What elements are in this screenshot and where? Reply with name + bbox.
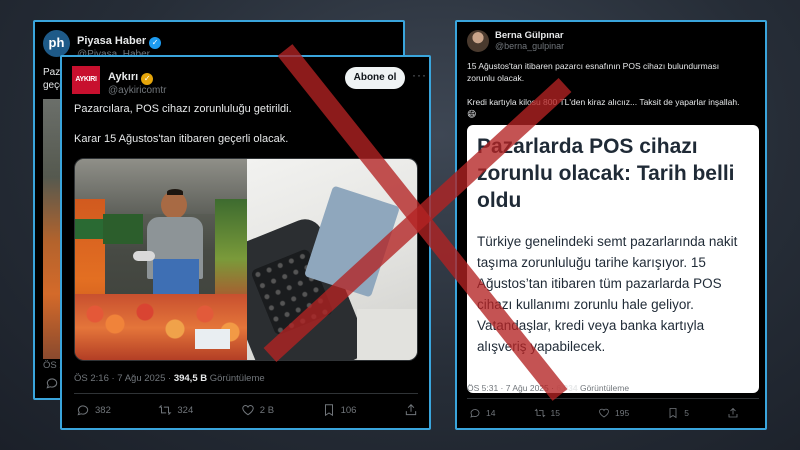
share-button[interactable]: [727, 407, 739, 419]
follow-button[interactable]: Abone ol: [345, 67, 405, 89]
reply-count: 14: [486, 408, 496, 418]
like-count: 2 B: [259, 404, 275, 416]
like-count: 195: [615, 408, 630, 418]
author-handle[interactable]: @aykiricomtr: [108, 85, 167, 96]
tweet-media[interactable]: [74, 158, 418, 361]
reply-icon: [77, 405, 89, 416]
tweet-actions: 382 324 2 B 106: [76, 403, 418, 417]
bookmark-icon: [324, 404, 333, 417]
laughing-emoji-icon: 😄: [467, 109, 477, 119]
avatar[interactable]: ph: [43, 30, 70, 57]
tweet-timestamp[interactable]: ÖS 5:31 · 7 Ağu 2025 · 6.034 Görüntüleme: [467, 383, 629, 393]
tweet-text-line-1: Pazarcılara, POS cihazı zorunluluğu geti…: [74, 103, 292, 115]
tweet-text-line-2: Karar 15 Ağustos'tan itibaren geçerli ol…: [74, 133, 289, 145]
bookmark-count: 5: [684, 408, 689, 418]
tweet-card-aykiri: AYKIRI Aykırı ✓ @aykiricomtr Abone ol ···…: [60, 55, 431, 430]
author-name[interactable]: Berna Gülpınar: [495, 30, 564, 41]
tweet-card-berna: Berna Gülpınar @berna_gulpinar 15 Ağusto…: [455, 20, 767, 430]
reply-button[interactable]: 14: [469, 407, 495, 419]
reply-button[interactable]: 382: [76, 403, 111, 417]
share-icon: [728, 407, 738, 418]
repost-button[interactable]: 15: [533, 407, 560, 419]
like-button[interactable]: 195: [598, 407, 629, 419]
reply-icon: [470, 409, 480, 418]
repost-button[interactable]: 324: [158, 403, 193, 417]
share-icon: [405, 404, 417, 416]
vendor-photo[interactable]: [75, 159, 247, 360]
divider: [467, 398, 759, 399]
news-screenshot[interactable]: Pazarlarda POS cihazı zorunlu olacak: Ta…: [467, 125, 759, 393]
repost-icon: [158, 404, 172, 416]
repost-count: 324: [177, 404, 194, 416]
tweet-actions: 14 15 195 5: [469, 407, 739, 419]
view-count: 394,5 B: [173, 373, 208, 384]
bookmark-button[interactable]: 106: [322, 403, 357, 417]
heart-icon: [242, 405, 254, 416]
avatar[interactable]: AYKIRI: [72, 66, 100, 94]
verified-badge-icon: ✓: [149, 37, 162, 49]
author-name[interactable]: Piyasa Haber: [77, 35, 146, 47]
bookmark-count: 106: [340, 404, 357, 416]
more-icon[interactable]: ···: [412, 68, 427, 82]
view-count: 6.034: [556, 383, 578, 393]
author-name[interactable]: Aykırı: [108, 71, 138, 83]
divider: [74, 393, 418, 394]
repost-icon: [533, 408, 546, 418]
author-handle[interactable]: @berna_gulpinar: [495, 41, 564, 51]
tweet-timestamp[interactable]: ÖS 2:16 · 7 Ağu 2025 · 394,5 B Görüntüle…: [74, 373, 265, 384]
reply-count: 382: [95, 404, 111, 416]
verified-badge-icon: ✓: [141, 73, 154, 85]
news-headline: Pazarlarda POS cihazı zorunlu olacak: Ta…: [477, 135, 735, 212]
bookmark-icon: [669, 408, 677, 419]
bookmark-button[interactable]: 5: [667, 407, 689, 419]
like-button[interactable]: 2 B: [241, 403, 274, 417]
share-button[interactable]: [404, 403, 418, 417]
avatar[interactable]: [467, 30, 489, 52]
pos-terminal-photo[interactable]: [247, 159, 417, 360]
reply-icon[interactable]: [45, 376, 59, 395]
repost-count: 15: [550, 408, 560, 418]
news-body: Türkiye genelindeki semt pazarlarında na…: [477, 234, 738, 354]
tweet-text: 15 Ağustos'tan itibaren pazarcı esnafını…: [467, 60, 762, 120]
heart-icon: [599, 408, 609, 418]
